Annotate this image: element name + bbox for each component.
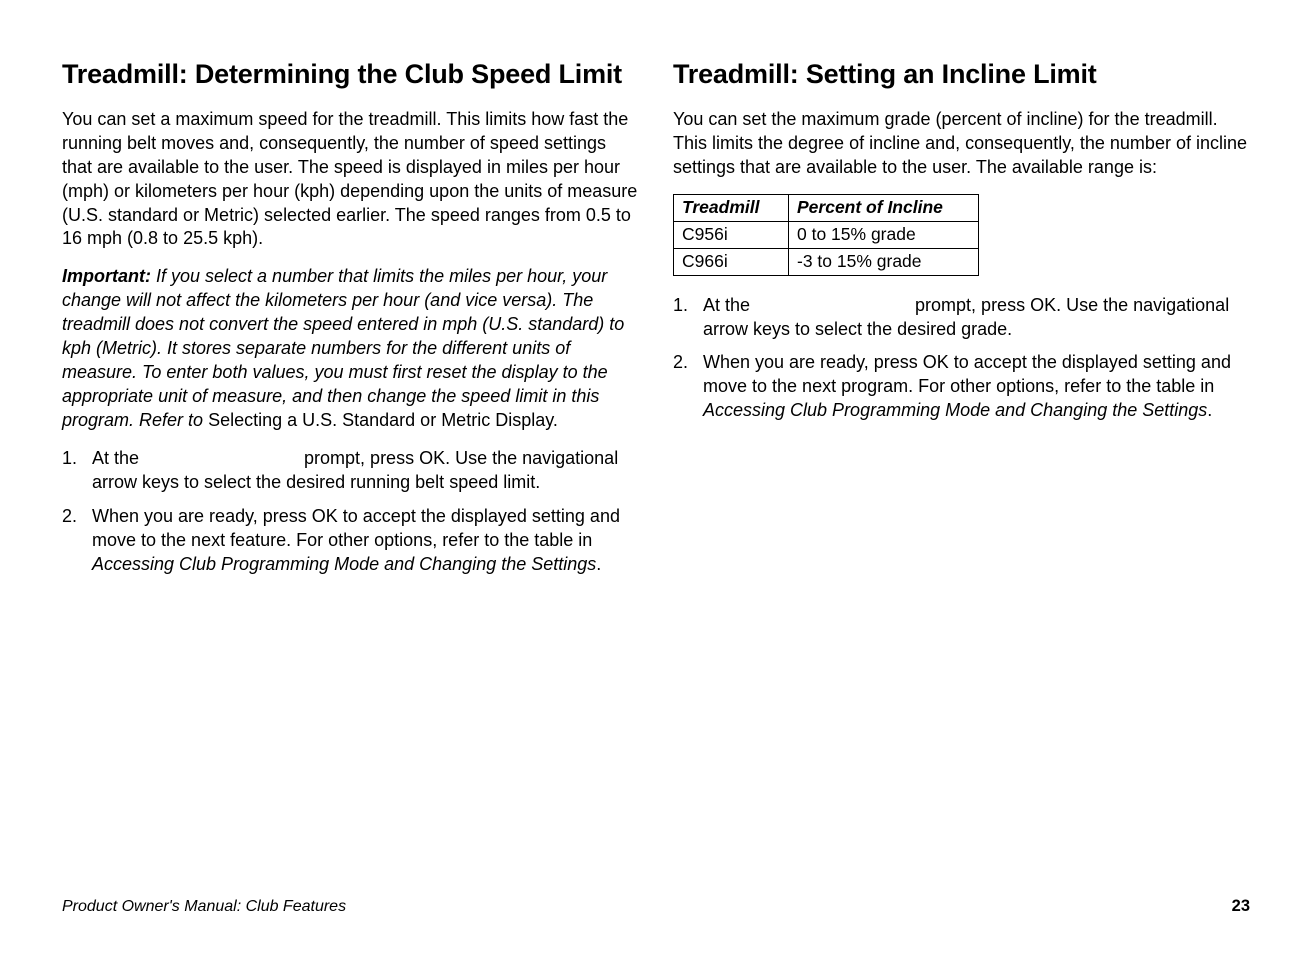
td-range: 0 to 15% grade: [789, 221, 979, 248]
td-model: C956i: [674, 221, 789, 248]
left-steps-list: At the prompt, press OK. Use the navigat…: [62, 447, 639, 577]
important-label: Important:: [62, 266, 151, 286]
left-step-1-a: At the: [92, 448, 144, 468]
td-range: -3 to 15% grade: [789, 248, 979, 275]
left-step-2-a: When you are ready, press OK to accept t…: [92, 506, 620, 550]
right-intro-paragraph: You can set the maximum grade (percent o…: [673, 108, 1250, 180]
right-step-2-c: .: [1207, 400, 1212, 420]
table-row: C956i 0 to 15% grade: [674, 221, 979, 248]
right-column: Treadmill: Setting an Incline Limit You …: [673, 58, 1250, 587]
page-footer: Product Owner's Manual: Club Features 23: [62, 897, 1250, 916]
table-header-row: Treadmill Percent of Incline: [674, 194, 979, 221]
right-step-1-b: prompt, press OK. Use the navigational a…: [703, 295, 1229, 339]
footer-title: Product Owner's Manual: Club Features: [62, 898, 346, 916]
table-row: C966i -3 to 15% grade: [674, 248, 979, 275]
left-step-2: When you are ready, press OK to accept t…: [62, 505, 639, 577]
left-intro-paragraph: You can set a maximum speed for the trea…: [62, 108, 639, 252]
right-step-1: At the prompt, press OK. Use the navigat…: [673, 294, 1250, 342]
right-step-1-a: At the: [703, 295, 755, 315]
important-body-italic: If you select a number that limits the m…: [62, 266, 624, 430]
right-steps-list: At the prompt, press OK. Use the navigat…: [673, 294, 1250, 424]
important-tail: Selecting a U.S. Standard or Metric Disp…: [208, 410, 558, 430]
left-step-2-c: .: [596, 554, 601, 574]
th-treadmill: Treadmill: [674, 194, 789, 221]
right-step-2-a: When you are ready, press OK to accept t…: [703, 352, 1231, 396]
left-heading: Treadmill: Determining the Club Speed Li…: [62, 58, 639, 92]
right-step-2: When you are ready, press OK to accept t…: [673, 351, 1250, 423]
td-model: C966i: [674, 248, 789, 275]
right-step-2-italic: Accessing Club Programming Mode and Chan…: [703, 400, 1207, 420]
left-step-1-b: prompt, press OK. Use the navigational a…: [92, 448, 618, 492]
left-column: Treadmill: Determining the Club Speed Li…: [62, 58, 639, 587]
two-column-layout: Treadmill: Determining the Club Speed Li…: [62, 58, 1250, 587]
page-number: 23: [1232, 897, 1250, 916]
incline-range-table: Treadmill Percent of Incline C956i 0 to …: [673, 194, 979, 276]
left-step-2-italic: Accessing Club Programming Mode and Chan…: [92, 554, 596, 574]
left-step-1: At the prompt, press OK. Use the navigat…: [62, 447, 639, 495]
right-heading: Treadmill: Setting an Incline Limit: [673, 58, 1250, 92]
left-important-paragraph: Important: If you select a number that l…: [62, 265, 639, 433]
th-percent-incline: Percent of Incline: [789, 194, 979, 221]
document-page: Treadmill: Determining the Club Speed Li…: [0, 0, 1312, 954]
